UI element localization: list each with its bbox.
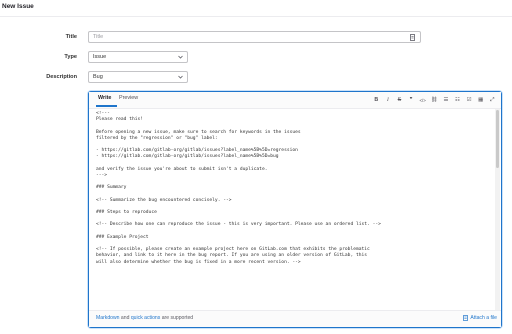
document-icon [409, 33, 416, 41]
link-icon: ⛓ [430, 97, 438, 103]
tab-write[interactable]: Write [98, 95, 111, 101]
scrollbar-thumb[interactable] [496, 110, 499, 168]
editor-footer: Markdown and quick actions are supported… [89, 310, 501, 327]
template-value: Bug [93, 74, 103, 80]
strikethrough-icon: S [397, 97, 402, 103]
bulleted-list-icon: ☰ [443, 97, 449, 103]
code-icon: </> [419, 97, 426, 103]
italic-icon: I [386, 97, 389, 103]
bold-button[interactable]: B [370, 95, 382, 105]
page-header: New Issue [0, 0, 512, 17]
attach-file-label: Attach a file [470, 315, 497, 321]
hint-and: and [119, 315, 131, 321]
bold-icon: B [374, 97, 379, 103]
chevron-down-icon [177, 74, 183, 80]
link-button[interactable]: ⛓ [428, 95, 440, 105]
quote-button[interactable]: ❞ [405, 95, 417, 105]
description-textarea[interactable]: <!--- Please read this! Before opening a n… [96, 111, 488, 310]
active-tab-indicator [96, 105, 117, 107]
chevron-down-icon [177, 54, 183, 60]
tab-preview[interactable]: Preview [119, 95, 138, 101]
markdown-link[interactable]: Markdown [96, 315, 120, 321]
bulleted-list-button[interactable]: ☰ [440, 95, 452, 105]
type-select[interactable]: Issue [88, 51, 188, 63]
italic-button[interactable]: I [382, 95, 394, 105]
table-button[interactable]: ▦ [475, 95, 487, 105]
description-editor: Write Preview B I S ❞ </> ⛓ ☰ ☷ ☑ ▦ ⤢ <!--- Please … [88, 91, 502, 328]
fullscreen-button[interactable]: ⤢ [486, 95, 498, 105]
title-label: Title [65, 34, 77, 40]
task-list-button[interactable]: ☑ [463, 95, 475, 105]
page-title: New Issue [2, 3, 34, 10]
type-value: Issue [93, 54, 107, 60]
quote-icon: ❞ [409, 97, 413, 103]
fullscreen-icon: ⤢ [490, 96, 495, 103]
title-placeholder: Title [93, 34, 104, 40]
formatting-tools: B I S ❞ </> ⛓ ☰ ☷ ☑ ▦ ⤢ [370, 95, 498, 105]
markdown-hint: Markdown and quick actions are supported [96, 315, 193, 321]
type-label: Type [64, 54, 77, 60]
attach-file-button[interactable]: Attach a file [463, 315, 497, 321]
code-button[interactable]: </> [417, 95, 429, 105]
table-icon: ▦ [478, 97, 484, 103]
task-list-icon: ☑ [466, 97, 472, 103]
hint-supported: are supported [160, 315, 194, 321]
description-label: Description [46, 74, 77, 80]
numbered-list-icon: ☷ [455, 97, 460, 103]
quick-actions-link[interactable]: quick actions [131, 315, 160, 321]
attach-icon [463, 315, 469, 321]
strikethrough-button[interactable]: S [394, 95, 406, 105]
numbered-list-button[interactable]: ☷ [452, 95, 464, 105]
title-input[interactable]: Title [88, 31, 421, 43]
template-select[interactable]: Bug [88, 71, 188, 83]
editor-toolbar: Write Preview B I S ❞ </> ⛓ ☰ ☷ ☑ ▦ ⤢ [89, 92, 501, 109]
